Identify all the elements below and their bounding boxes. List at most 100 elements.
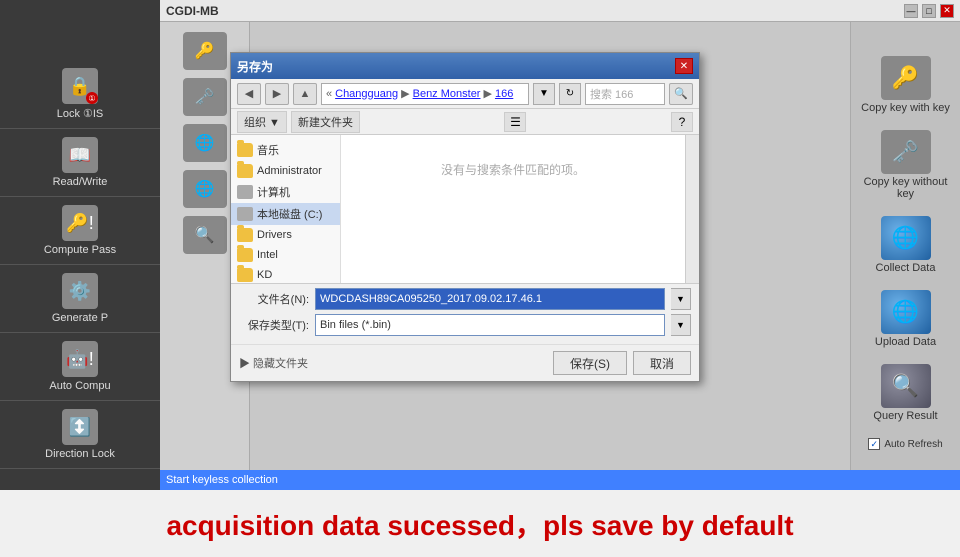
copy-with-key-item[interactable]: 🔑 Copy key with key xyxy=(856,52,956,118)
dialog-sidebar-item-kd[interactable]: KD xyxy=(231,265,340,283)
window-title: CGDI-MB xyxy=(166,4,219,18)
kd-folder-icon xyxy=(237,268,253,282)
query-result-icon: 🔍 xyxy=(881,364,931,408)
dialog-sidebar-item-music[interactable]: 音乐 xyxy=(231,139,340,161)
copy-without-key-item[interactable]: 🗝️ Copy key without key xyxy=(856,126,956,204)
sidebar-label-autocompute: Auto Compu xyxy=(49,380,110,392)
up-btn[interactable]: ▲ xyxy=(293,83,317,105)
cancel-button[interactable]: 取消 xyxy=(633,351,691,375)
upload-data-item[interactable]: 🌐 Upload Data xyxy=(856,286,956,352)
status-text: Start keyless collection xyxy=(166,474,278,486)
search-box[interactable]: 搜索 166 xyxy=(585,83,665,105)
autocompute-badge: ! xyxy=(89,349,94,370)
sidebar-item-direction[interactable]: ↕️ Direction Lock xyxy=(0,401,160,469)
organize-btn[interactable]: 组织 ▼ xyxy=(237,111,287,133)
sidebar-item-compute[interactable]: 🔑 ! Compute Pass xyxy=(0,197,160,265)
collect-data-icon: 🌐 xyxy=(881,216,931,260)
dialog-fields: 文件名(N): ▼ 保存类型(T): ▼ xyxy=(231,283,699,344)
copy-with-key-label: Copy key with key xyxy=(861,102,950,114)
path-dropdown-btn[interactable]: ▼ xyxy=(533,83,555,105)
path-part-1[interactable]: Changguang xyxy=(335,88,398,100)
scrollbar[interactable] xyxy=(685,135,699,283)
dialog-title-bar: 另存为 ✕ xyxy=(231,53,699,79)
filetype-dropdown[interactable]: ▼ xyxy=(671,314,691,336)
back-btn[interactable]: ◀ xyxy=(237,83,261,105)
dialog-sidebar-item-computer[interactable]: 计算机 xyxy=(231,181,340,203)
drivers-label: Drivers xyxy=(257,229,292,241)
dialog-sidebar: 音乐 Administrator 计算机 本地磁盘 (C:) xyxy=(231,135,341,283)
sidebar-label-direction: Direction Lock xyxy=(45,448,115,460)
query-result-item[interactable]: 🔍 Query Result xyxy=(856,360,956,426)
copy-with-key-icon: 🔑 xyxy=(183,32,227,70)
sidebar: 🔒 ① Lock ①IS 📖 Read/Write 🔑 ! Compute Pa… xyxy=(0,0,160,490)
upload-data-label: Upload Data xyxy=(875,336,936,348)
sidebar-label-generate: Generate P xyxy=(52,312,108,324)
localc-icon xyxy=(237,207,253,221)
intel-folder-icon xyxy=(237,248,253,262)
sidebar-item-readwrite[interactable]: 📖 Read/Write xyxy=(0,129,160,197)
filetype-row: 保存类型(T): ▼ xyxy=(239,314,691,336)
dialog-file-area: 没有与搜索条件匹配的项。 xyxy=(341,135,685,283)
no-results-text: 没有与搜索条件匹配的项。 xyxy=(347,161,679,178)
forward-btn[interactable]: ▶ xyxy=(265,83,289,105)
collect-icon: 🌐 xyxy=(183,124,227,162)
copy-without-key-icon: 🗝️ xyxy=(183,78,227,116)
generate-icon: ⚙️ xyxy=(62,273,98,309)
dialog-close-btn[interactable]: ✕ xyxy=(675,58,693,74)
collect-data-item[interactable]: 🌐 Collect Data xyxy=(856,212,956,278)
lock-badge: ① xyxy=(86,92,98,104)
sidebar-label-compute: Compute Pass xyxy=(44,244,116,256)
computer-icon xyxy=(237,185,253,199)
upload-data-icon: 🌐 xyxy=(881,290,931,334)
dialog-sidebar-item-drivers[interactable]: Drivers xyxy=(231,225,340,245)
path-part-2[interactable]: Benz Monster xyxy=(413,88,481,100)
sidebar-label-lock: Lock ①IS xyxy=(57,107,104,120)
filename-input[interactable] xyxy=(315,288,665,310)
dialog-sidebar-item-admin[interactable]: Administrator xyxy=(231,161,340,181)
close-btn[interactable]: ✕ xyxy=(940,4,954,18)
music-label: 音乐 xyxy=(257,142,279,158)
dialog-content: 音乐 Administrator 计算机 本地磁盘 (C:) xyxy=(231,135,699,283)
search-btn[interactable]: 🔍 xyxy=(669,83,693,105)
music-folder-icon xyxy=(237,143,253,157)
sidebar-item-lock[interactable]: 🔒 ① Lock ①IS xyxy=(0,60,160,129)
collect-data-label: Collect Data xyxy=(876,262,936,274)
auto-refresh-label: Auto Refresh xyxy=(884,439,942,450)
help-btn[interactable]: ? xyxy=(671,112,693,132)
intel-label: Intel xyxy=(257,249,278,261)
query-icon: 🔍 xyxy=(183,216,227,254)
dialog-title: 另存为 xyxy=(237,58,273,75)
drivers-folder-icon xyxy=(237,228,253,242)
save-button[interactable]: 保存(S) xyxy=(553,351,627,375)
filename-label: 文件名(N): xyxy=(239,291,309,307)
dialog-buttons: ▶ 隐藏文件夹 保存(S) 取消 xyxy=(231,344,699,381)
hidden-files-toggle[interactable]: ▶ 隐藏文件夹 xyxy=(239,355,308,371)
path-part-3[interactable]: 166 xyxy=(495,88,513,100)
filetype-input[interactable] xyxy=(315,314,665,336)
dialog-sidebar-item-localc[interactable]: 本地磁盘 (C:) xyxy=(231,203,340,225)
copy-with-key-icon-right: 🔑 xyxy=(881,56,931,100)
minimize-btn[interactable]: — xyxy=(904,4,918,18)
admin-folder-icon xyxy=(237,164,253,178)
sidebar-item-autocompute[interactable]: 🤖 ! Auto Compu xyxy=(0,333,160,401)
dialog-path-toolbar: ◀ ▶ ▲ « Changguang ▶ Benz Monster ▶ 166 … xyxy=(231,79,699,109)
filetype-label: 保存类型(T): xyxy=(239,317,309,333)
query-result-label: Query Result xyxy=(873,410,937,422)
view-btn[interactable]: ☰ xyxy=(504,112,526,132)
sidebar-item-generate[interactable]: ⚙️ Generate P xyxy=(0,265,160,333)
upload-icon: 🌐 xyxy=(183,170,227,208)
compute-badge: ! xyxy=(89,213,94,234)
readwrite-icon: 📖 xyxy=(62,137,98,173)
dialog-toolbar2: 组织 ▼ 新建文件夹 ☰ ? xyxy=(231,109,699,135)
dialog-sidebar-item-intel[interactable]: Intel xyxy=(231,245,340,265)
admin-label: Administrator xyxy=(257,165,322,177)
filename-dropdown[interactable]: ▼ xyxy=(671,288,691,310)
main-window: CGDI-MB — □ ✕ 🔑 🗝️ 🌐 🌐 🔍 xyxy=(160,0,960,490)
auto-refresh-checkbox[interactable]: ✓ xyxy=(868,438,880,450)
autocompute-icon: 🤖 ! xyxy=(62,341,98,377)
computer-label: 计算机 xyxy=(257,184,290,200)
new-folder-btn[interactable]: 新建文件夹 xyxy=(291,111,360,133)
path-bar: « Changguang ▶ Benz Monster ▶ 166 xyxy=(321,83,529,105)
refresh-btn[interactable]: ↻ xyxy=(559,83,581,105)
maximize-btn[interactable]: □ xyxy=(922,4,936,18)
